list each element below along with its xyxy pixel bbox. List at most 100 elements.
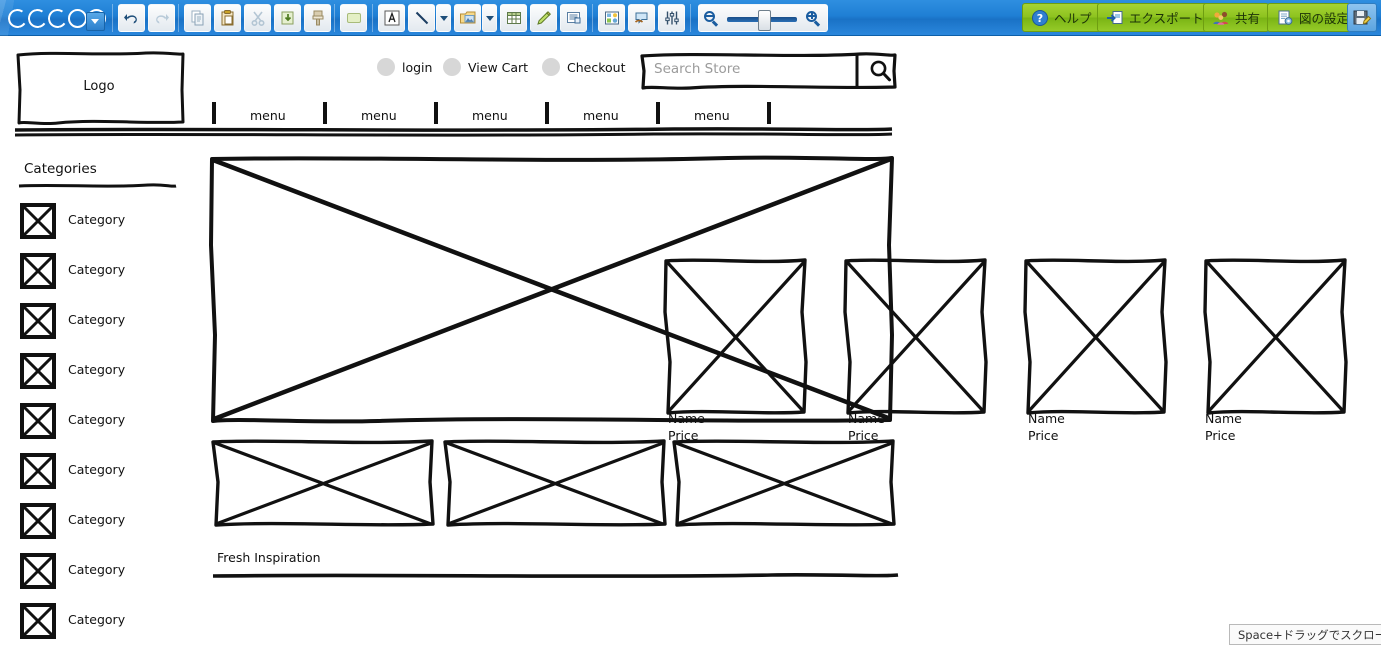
zoom-control[interactable]	[698, 4, 828, 32]
product-image-0[interactable]	[662, 257, 812, 417]
sidebar-item-0[interactable]	[20, 203, 56, 239]
image-dropdown[interactable]	[482, 4, 497, 32]
diagonal-line-icon	[415, 11, 428, 25]
share-button[interactable]: 共有	[1203, 3, 1270, 32]
scroll-hint-text: Space+ドラッグでスクロール	[1238, 627, 1381, 642]
chevron-down-icon	[91, 19, 99, 24]
product-price-3: Price	[1205, 428, 1236, 443]
sidebar-item-label[interactable]: Category	[68, 362, 125, 377]
sidebar-item-label[interactable]: Category	[68, 612, 125, 627]
copy-button[interactable]	[184, 4, 211, 32]
sidebar-title-rule	[18, 183, 178, 189]
nav-divider-1	[323, 102, 328, 124]
account-link-label: View Cart	[468, 59, 529, 75]
product-name-3: Name	[1205, 411, 1242, 426]
line-style-dropdown[interactable]	[436, 4, 451, 32]
sidebar-item-label[interactable]: Category	[68, 562, 125, 577]
shape-button[interactable]	[340, 4, 367, 32]
sidebar-item-label[interactable]: Category	[68, 412, 125, 427]
zoom-out-button[interactable]	[704, 11, 720, 27]
export-button-label: エクスポート	[1129, 11, 1204, 26]
document-gear-icon	[1276, 9, 1294, 27]
format-painter-button[interactable]	[304, 4, 331, 32]
sidebar-title: Categories	[24, 161, 97, 177]
wireframe-logo-label: Logo	[83, 78, 115, 94]
zoom-slider-thumb[interactable]	[758, 10, 771, 31]
logo-letter-a	[26, 6, 49, 30]
account-link-login[interactable]: login	[377, 58, 432, 76]
stencil-button[interactable]	[598, 4, 625, 32]
help-button[interactable]: ? ヘルプ	[1022, 3, 1101, 32]
scissors-icon	[250, 11, 265, 27]
login-dot-icon	[377, 58, 395, 76]
product-image-1[interactable]	[842, 257, 992, 417]
sidebar-item-5[interactable]	[20, 453, 56, 489]
sidebar-item-8[interactable]	[20, 603, 56, 639]
sidebar-item-label[interactable]: Category	[68, 312, 125, 327]
product-name-1: Name	[848, 411, 885, 426]
promo-banner-0[interactable]	[210, 438, 438, 528]
account-link-label: Checkout	[567, 59, 626, 75]
redo-icon	[156, 13, 169, 23]
sidebar-item-4[interactable]	[20, 403, 56, 439]
cut-button[interactable]	[244, 4, 271, 32]
diagram-canvas[interactable]: Logo login View Cart Checkout Search Sto…	[0, 36, 1381, 645]
chevron-down-icon	[485, 15, 494, 21]
duplicate-button[interactable]	[274, 4, 301, 32]
sidebar-item-label[interactable]: Category	[68, 262, 125, 277]
section-title-rule	[212, 572, 900, 579]
paste-button[interactable]	[214, 4, 241, 32]
zoom-in-button[interactable]	[806, 11, 822, 27]
diagram-settings-button[interactable]: 図の設定	[1267, 3, 1359, 32]
text-A-icon	[384, 10, 399, 26]
account-link-view-cart[interactable]: View Cart	[443, 58, 528, 76]
sidebar-item-label[interactable]: Category	[68, 212, 125, 227]
toolbar-separator	[178, 4, 179, 32]
nav-item-4[interactable]: menu	[694, 108, 730, 123]
logo-letter-c2	[46, 6, 69, 30]
nav-item-0[interactable]: menu	[250, 108, 286, 123]
magnifier-handle	[814, 20, 821, 27]
promo-banner-1[interactable]	[442, 438, 670, 528]
image-button[interactable]	[454, 4, 481, 32]
product-image-2[interactable]	[1022, 257, 1172, 417]
promo-banner-2[interactable]	[671, 438, 899, 528]
nav-item-1[interactable]: menu	[361, 108, 397, 123]
nav-divider-5	[767, 102, 772, 124]
magnifier-handle	[712, 20, 719, 27]
sidebar-item-7[interactable]	[20, 553, 56, 589]
save-disk-icon	[1353, 10, 1372, 24]
properties-button[interactable]	[658, 4, 685, 32]
logo-letter-o	[68, 8, 87, 28]
sidebar-item-label[interactable]: Category	[68, 512, 125, 527]
undo-button[interactable]	[118, 4, 145, 32]
sidebar-item-1[interactable]	[20, 253, 56, 289]
sidebar-item-6[interactable]	[20, 503, 56, 539]
redo-button[interactable]	[148, 4, 175, 32]
sidebar-item-2[interactable]	[20, 303, 56, 339]
search-icon[interactable]	[868, 58, 894, 84]
line-button[interactable]	[408, 4, 435, 32]
sidebar-item-3[interactable]	[20, 353, 56, 389]
logo-dropdown-button[interactable]	[86, 12, 105, 31]
toolbar-separator	[112, 4, 113, 32]
sidebar-item-label[interactable]: Category	[68, 462, 125, 477]
nav-item-3[interactable]: menu	[583, 108, 619, 123]
save-button[interactable]	[1347, 3, 1377, 32]
text-button[interactable]	[378, 4, 405, 32]
nav-divider-4	[656, 102, 661, 124]
main-toolbar: ? ヘルプ エクスポート 共有 図の設定	[0, 0, 1381, 36]
export-button[interactable]: エクスポート	[1097, 3, 1213, 32]
comment-button[interactable]	[628, 4, 655, 32]
pen-button[interactable]	[530, 4, 557, 32]
table-button[interactable]	[500, 4, 527, 32]
account-link-label: login	[402, 59, 433, 75]
toolbar-separator	[690, 4, 691, 32]
nav-divider-3	[545, 102, 550, 124]
note-button[interactable]	[560, 4, 587, 32]
nav-item-2[interactable]: menu	[472, 108, 508, 123]
section-title: Fresh Inspiration	[217, 550, 321, 565]
product-price-2: Price	[1028, 428, 1059, 443]
account-link-checkout[interactable]: Checkout	[542, 58, 625, 76]
product-image-3[interactable]	[1202, 257, 1352, 417]
